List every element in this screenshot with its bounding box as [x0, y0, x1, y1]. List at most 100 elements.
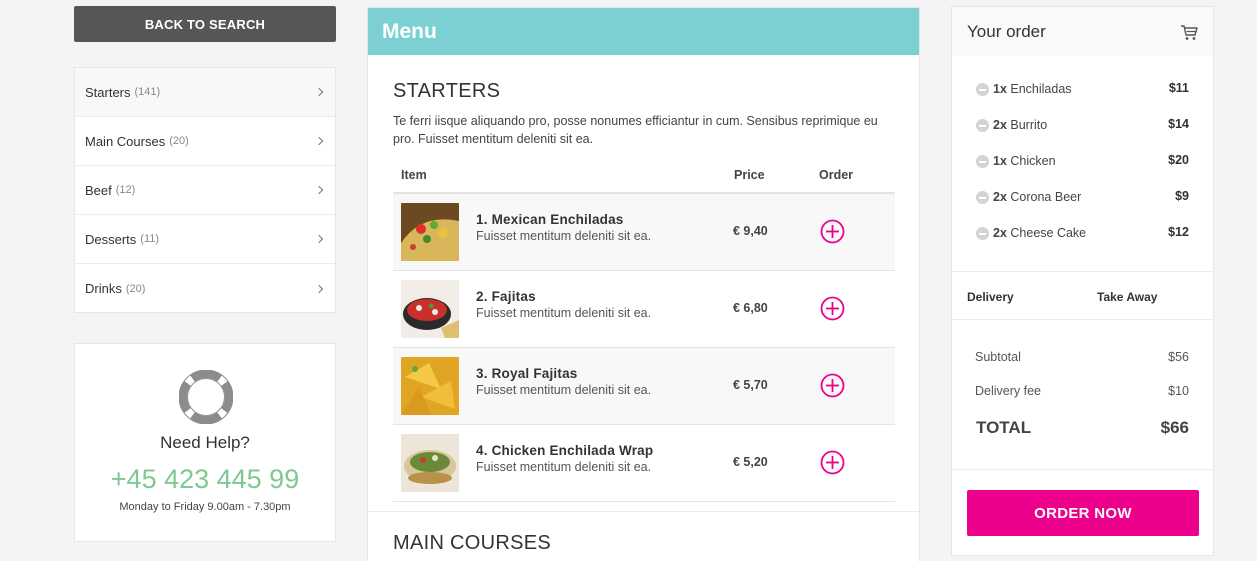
divider [952, 271, 1213, 272]
remove-item-icon[interactable] [976, 227, 989, 240]
category-count: (11) [140, 233, 160, 245]
help-title: Need Help? [160, 433, 250, 452]
category-item-desserts[interactable]: Desserts (11) [75, 215, 335, 264]
order-item: 1x Chicken $20 [952, 141, 1213, 177]
table-row: 4. Chicken Enchilada Wrap Fuisset mentit… [393, 425, 895, 502]
order-item-name: Burrito [1010, 118, 1048, 132]
category-item-starters[interactable]: Starters (141) [75, 68, 335, 117]
order-item-price: $12 [1168, 225, 1189, 239]
total-value: $66 [1160, 418, 1189, 437]
cart-icon[interactable] [1180, 24, 1198, 41]
add-to-order-icon[interactable] [820, 373, 845, 398]
category-item-main-courses[interactable]: Main Courses (20) [75, 117, 335, 166]
order-item-qty: 2x [993, 190, 1007, 204]
table-row: 1. Mexican Enchiladas Fuisset mentitum d… [393, 194, 895, 271]
total-label: TOTAL [976, 418, 1032, 437]
takeaway-option[interactable]: Take Away [1097, 290, 1157, 304]
food-thumbnail-royal-fajitas [401, 357, 459, 415]
help-phone-number[interactable]: +45 423 445 99 [75, 464, 335, 495]
column-header-item: Item [401, 168, 427, 182]
add-to-order-icon[interactable] [820, 219, 845, 244]
menu-item-description: Fuisset mentitum deleniti sit ea. [476, 306, 652, 320]
table-row: 3. Royal Fajitas Fuisset mentitum deleni… [393, 348, 895, 425]
table-row: 2. Fajitas Fuisset mentitum deleniti sit… [393, 271, 895, 348]
chevron-right-icon [314, 136, 324, 146]
menu-item-name: 3. Royal Fajitas [476, 366, 578, 381]
add-to-order-icon[interactable] [820, 296, 845, 321]
order-item-qty: 2x [993, 226, 1007, 240]
remove-item-icon[interactable] [976, 83, 989, 96]
category-label: Beef [85, 182, 112, 198]
order-item: 2x Burrito $14 [952, 105, 1213, 141]
chevron-right-icon [314, 284, 324, 293]
food-thumbnail-chicken-wrap [401, 434, 459, 492]
remove-item-icon[interactable] [976, 119, 989, 132]
food-thumbnail-enchiladas [401, 203, 459, 261]
food-thumbnail-fajitas [401, 280, 459, 338]
chevron-right-icon [314, 185, 324, 195]
category-count: (12) [115, 184, 136, 196]
order-item-qty: 2x [993, 118, 1007, 132]
order-item-name: Chicken [1010, 154, 1056, 168]
column-header-price: Price [734, 168, 765, 182]
order-item-qty: 1x [993, 154, 1007, 168]
add-to-order-icon[interactable] [820, 450, 845, 475]
order-item-price: $9 [1175, 189, 1189, 203]
order-item-qty: 1x [993, 82, 1007, 96]
section-title-main-courses: MAIN COURSES [393, 532, 552, 554]
delivery-option[interactable]: Delivery [967, 290, 1014, 304]
help-box: Need Help? +45 423 445 99 Monday to Frid… [74, 343, 336, 542]
delivery-fee-label: Delivery fee [975, 384, 1041, 398]
chevron-right-icon [314, 87, 324, 97]
menu-item-description: Fuisset mentitum deleniti sit ea. [476, 383, 652, 397]
menu-panel: Menu STARTERS Te ferri iisque aliquando … [367, 7, 920, 561]
section-title-starters: STARTERS [393, 80, 501, 102]
order-item-name: Cheese Cake [1010, 226, 1087, 240]
lifebuoy-icon [179, 370, 233, 424]
menu-item-description: Fuisset mentitum deleniti sit ea. [476, 229, 652, 243]
subtotal-label: Subtotal [975, 350, 1021, 364]
order-header: Your order [952, 7, 1213, 56]
remove-item-icon[interactable] [976, 155, 989, 168]
menu-table: Item Price Order 1. Mexican Enchiladas F… [393, 158, 895, 502]
menu-header: Menu [368, 8, 919, 55]
menu-item-name: 1. Mexican Enchiladas [476, 212, 624, 227]
category-item-drinks[interactable]: Drinks (20) [75, 264, 335, 313]
subtotal-value: $56 [1168, 350, 1189, 364]
column-header-order: Order [819, 168, 854, 182]
category-item-beef[interactable]: Beef (12) [75, 166, 335, 215]
order-item-list: 1x Enchiladas $11 2x Burrito $14 1x Chic… [952, 69, 1213, 249]
menu-item-price: € 5,20 [733, 455, 768, 469]
divider [952, 319, 1213, 320]
category-count: (20) [169, 135, 189, 147]
order-item: 1x Enchiladas $11 [952, 69, 1213, 105]
order-item-price: $11 [1168, 81, 1189, 95]
order-item-name: Enchiladas [1010, 82, 1072, 96]
menu-item-price: € 6,80 [733, 301, 768, 315]
category-count: (20) [125, 282, 146, 295]
order-item-price: $14 [1168, 117, 1189, 131]
menu-item-name: 2. Fajitas [476, 289, 536, 304]
category-list: Starters (141) Main Courses (20) Beef (1… [74, 67, 336, 313]
table-header: Item Price Order [393, 158, 895, 194]
order-item: 2x Cheese Cake $12 [952, 213, 1213, 249]
menu-item-description: Fuisset mentitum deleniti sit ea. [476, 460, 652, 474]
remove-item-icon[interactable] [976, 191, 989, 204]
menu-item-price: € 9,40 [733, 224, 768, 238]
order-item-name: Corona Beer [1010, 190, 1082, 204]
order-panel: Your order 1x Enchiladas $11 2x Burrito … [951, 6, 1214, 556]
chevron-right-icon [314, 234, 324, 244]
category-label: Main Courses [85, 133, 166, 149]
order-item-price: $20 [1168, 153, 1189, 167]
category-label: Starters [85, 84, 131, 100]
order-now-button[interactable]: ORDER NOW [967, 490, 1199, 536]
section-description: Te ferri iisque aliquando pro, posse non… [393, 114, 878, 146]
category-count: (141) [134, 86, 161, 98]
order-item: 2x Corona Beer $9 [952, 177, 1213, 213]
category-label: Drinks [85, 281, 122, 296]
back-to-search-button[interactable]: BACK TO SEARCH [74, 6, 336, 42]
help-hours: Monday to Friday 9.00am - 7.30pm [119, 501, 291, 513]
menu-item-price: € 5,70 [733, 378, 768, 392]
menu-item-name: 4. Chicken Enchilada Wrap [476, 443, 654, 458]
category-label: Desserts [85, 231, 137, 247]
